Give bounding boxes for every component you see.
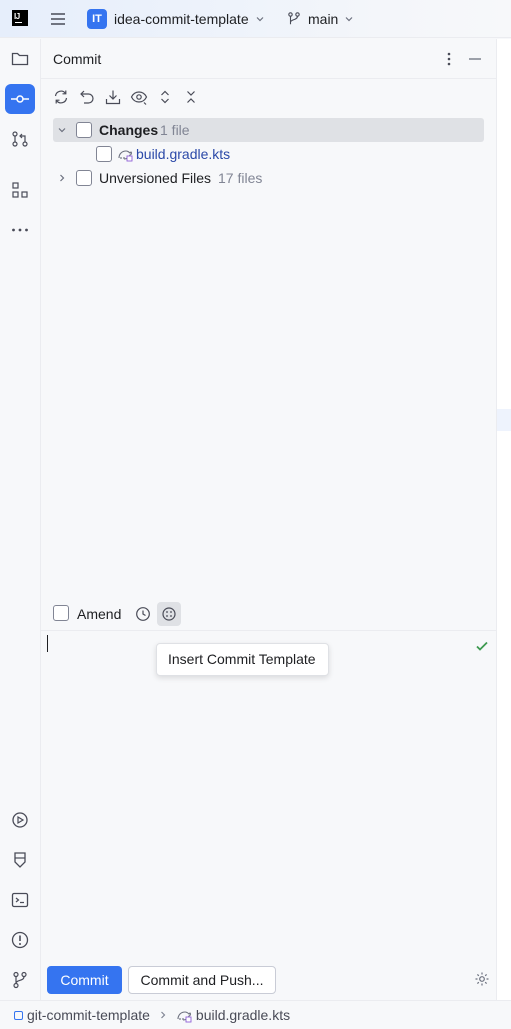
amend-row: Amend xyxy=(41,598,496,631)
rollback-icon[interactable] xyxy=(77,87,97,107)
insert-template-tooltip: Insert Commit Template xyxy=(156,643,329,676)
title-bar: IJ IT idea-commit-template main xyxy=(0,0,511,38)
chevron-right-icon[interactable] xyxy=(57,173,67,183)
chevron-right-icon xyxy=(160,1011,166,1019)
changes-checkbox[interactable] xyxy=(76,122,92,138)
text-caret xyxy=(47,635,48,652)
branch-name: main xyxy=(308,11,339,27)
unversioned-count: 17 files xyxy=(218,170,263,186)
services-icon[interactable] xyxy=(5,805,35,835)
pull-requests-icon[interactable] xyxy=(5,124,35,154)
changes-tree: Changes 1 file build.gradle.kts Unversio… xyxy=(53,118,484,190)
refresh-icon[interactable] xyxy=(51,87,71,107)
file-checkbox[interactable] xyxy=(96,146,112,162)
unversioned-group-row[interactable]: Unversioned Files 17 files xyxy=(53,166,484,190)
commit-toolbar xyxy=(51,87,201,107)
chevron-down-icon xyxy=(256,17,264,22)
app-logo[interactable]: IJ xyxy=(12,10,28,26)
branch-icon xyxy=(288,12,300,25)
chevron-down-icon[interactable] xyxy=(57,125,67,135)
gradle-icon xyxy=(177,1011,192,1023)
tool-window-stripe xyxy=(0,39,41,1000)
gear-icon[interactable] xyxy=(474,971,490,987)
commit-icon[interactable] xyxy=(5,84,35,114)
eye-icon[interactable] xyxy=(129,87,149,107)
amend-label[interactable]: Amend xyxy=(77,606,121,622)
panel-title: Commit xyxy=(53,51,102,67)
template-icon[interactable] xyxy=(157,602,181,626)
file-name: build.gradle.kts xyxy=(136,146,231,162)
status-bar: git-commit-template build.gradle.kts xyxy=(0,1000,511,1029)
branch-widget[interactable]: main xyxy=(286,7,354,31)
update-icon[interactable] xyxy=(103,87,123,107)
structure-icon[interactable] xyxy=(5,175,35,205)
problems-icon[interactable] xyxy=(5,925,35,955)
hamburger-icon[interactable] xyxy=(48,9,68,29)
options-icon[interactable] xyxy=(441,51,457,67)
editor-area-edge xyxy=(496,39,511,1000)
module-icon xyxy=(14,1010,23,1020)
editor-line-highlight xyxy=(497,409,511,431)
file-row[interactable]: build.gradle.kts xyxy=(53,142,484,166)
project-badge: IT xyxy=(87,9,107,29)
commit-panel: Commit Changes 1 file build.gradle.kts U… xyxy=(41,39,496,1000)
amend-checkbox[interactable] xyxy=(53,605,69,621)
chevron-down-icon xyxy=(345,17,353,22)
folder-icon[interactable] xyxy=(5,44,35,74)
commit-button[interactable]: Commit xyxy=(47,966,122,994)
commit-message-editor[interactable]: Insert Commit Template xyxy=(41,632,496,952)
project-widget[interactable]: IT idea-commit-template xyxy=(87,7,265,31)
more-icon[interactable] xyxy=(5,215,35,245)
terminal-icon[interactable] xyxy=(5,885,35,915)
history-icon[interactable] xyxy=(134,605,152,623)
unversioned-label: Unversioned Files xyxy=(99,170,212,186)
changes-group-row[interactable]: Changes 1 file xyxy=(53,118,484,142)
check-icon xyxy=(476,641,488,651)
breadcrumb-file[interactable]: build.gradle.kts xyxy=(196,1007,290,1023)
gradle-icon xyxy=(118,150,133,162)
unversioned-checkbox[interactable] xyxy=(76,170,92,186)
commit-and-push-button[interactable]: Commit and Push... xyxy=(128,966,276,994)
minimize-icon[interactable] xyxy=(467,51,483,67)
build-icon[interactable] xyxy=(5,845,35,875)
collapse-all-icon[interactable] xyxy=(181,87,201,107)
changes-label: Changes xyxy=(99,122,159,138)
project-name: idea-commit-template xyxy=(114,11,249,27)
git-icon[interactable] xyxy=(5,965,35,995)
expand-all-icon[interactable] xyxy=(155,87,175,107)
breadcrumb-project[interactable]: git-commit-template xyxy=(27,1007,150,1023)
changes-count: 1 file xyxy=(160,122,190,138)
panel-header: Commit xyxy=(41,39,496,79)
